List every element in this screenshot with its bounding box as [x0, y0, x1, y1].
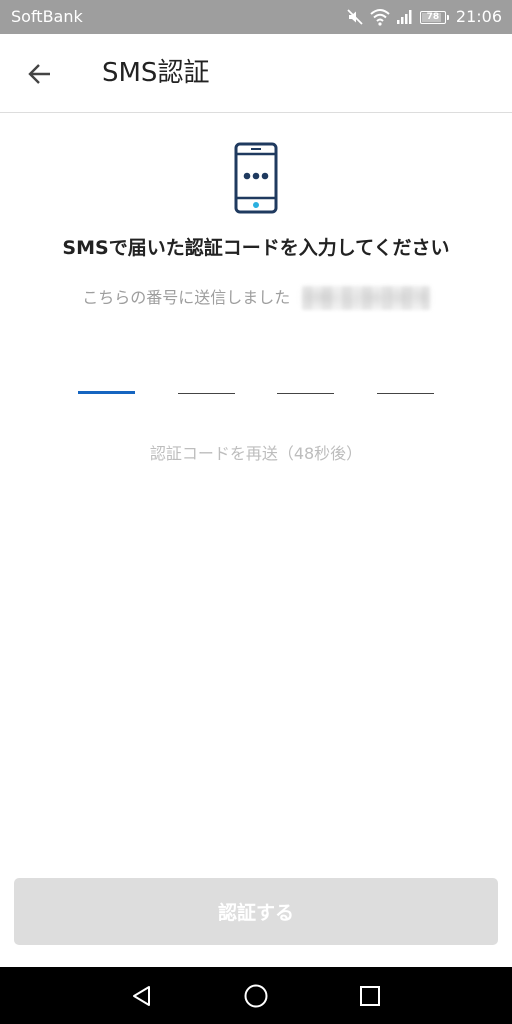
- battery-icon: 78: [419, 10, 449, 24]
- status-bar: SoftBank 78 21:06: [0, 0, 512, 34]
- signal-icon: [396, 10, 412, 24]
- mute-icon: [347, 9, 363, 25]
- code-digit-3[interactable]: [277, 354, 334, 394]
- arrow-left-icon: [28, 64, 50, 84]
- sent-to-row: こちらの番号に送信しました 090-1234-5678: [0, 284, 512, 312]
- sms-verification-screen: SoftBank 78 21:06 SMS認証 SMSで届いた認証コードを入力し…: [0, 0, 512, 1024]
- instruction-text: SMSで届いた認証コードを入力してください: [62, 237, 450, 259]
- nav-recent-icon: [360, 986, 380, 1006]
- sent-to-text: こちらの番号に送信しました: [82, 288, 291, 307]
- nav-home-icon: [244, 984, 268, 1008]
- page-title: SMS認証: [102, 58, 210, 88]
- clock: 21:06: [455, 7, 502, 26]
- code-digit-2[interactable]: [178, 354, 235, 394]
- system-navigation-bar: [0, 967, 512, 1024]
- code-digit-1[interactable]: [78, 354, 135, 394]
- nav-recent-apps-button[interactable]: [349, 975, 391, 1017]
- verify-button[interactable]: 認証する: [14, 878, 498, 945]
- smartphone-icon: [234, 142, 278, 214]
- back-button[interactable]: [16, 50, 64, 98]
- resend-code-link[interactable]: 認証コードを再送（48秒後）: [0, 442, 512, 466]
- nav-back-icon: [133, 986, 150, 1006]
- status-icons: 78 21:06: [346, 6, 502, 28]
- wifi-icon: [370, 9, 390, 26]
- battery-level: 78: [426, 12, 440, 22]
- carrier-name: SoftBank: [11, 7, 83, 26]
- code-digit-4[interactable]: [377, 354, 434, 394]
- app-bar: SMS認証: [0, 34, 512, 113]
- nav-back-button[interactable]: [121, 975, 163, 1017]
- masked-phone-number: 090-1234-5678: [302, 286, 430, 310]
- nav-home-button[interactable]: [235, 975, 277, 1017]
- verification-code-inputs: [78, 354, 434, 394]
